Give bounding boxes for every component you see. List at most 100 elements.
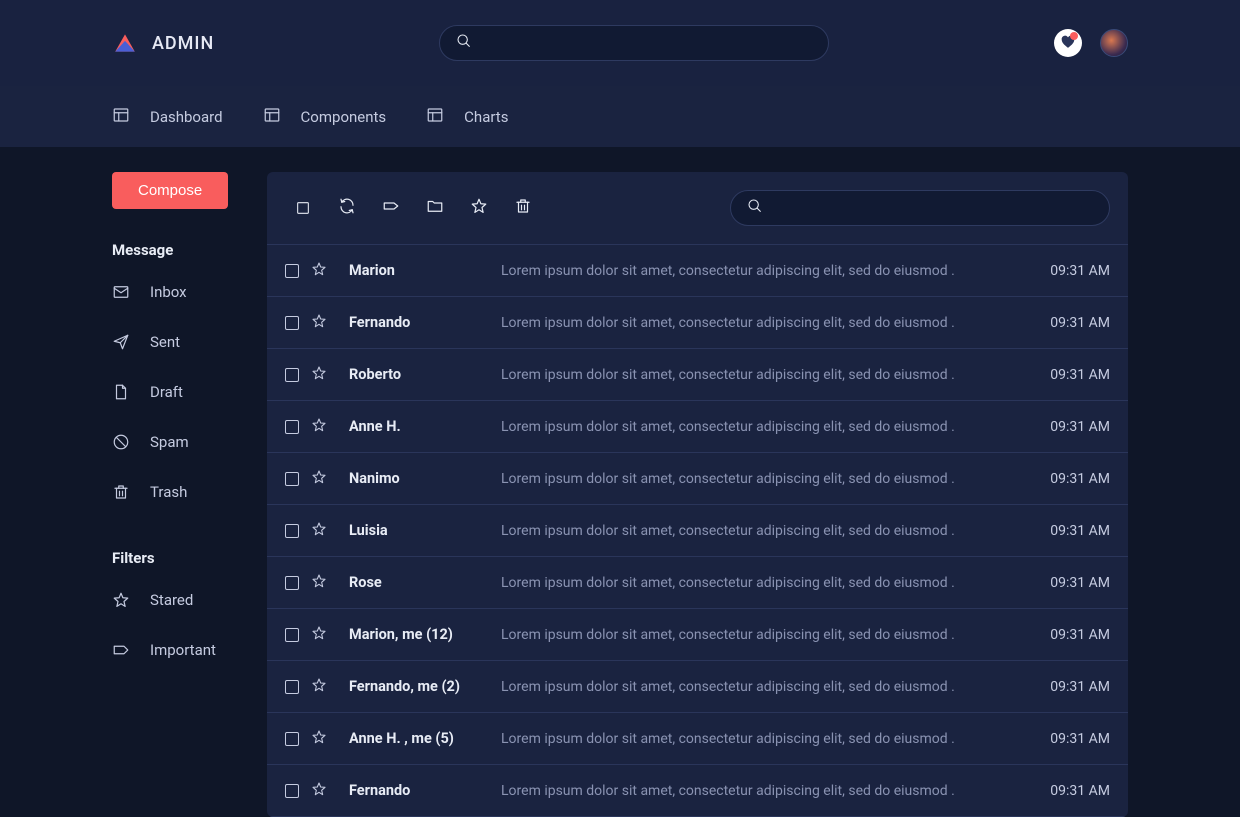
nav-item-charts[interactable]: Charts — [426, 106, 508, 128]
mail-row[interactable]: Marion, me (12) Lorem ipsum dolor sit ame… — [267, 609, 1128, 661]
mail-row[interactable]: Fernando, me (2) Lorem ipsum dolor sit am… — [267, 661, 1128, 713]
nav-item-dashboard[interactable]: Dashboard — [112, 106, 223, 128]
compose-button[interactable]: Compose — [112, 172, 228, 209]
row-checkbox[interactable] — [285, 368, 299, 382]
sidebar-item-label: Important — [150, 641, 216, 659]
row-checkbox[interactable] — [285, 264, 299, 278]
row-sender: Fernando, me (2) — [349, 678, 489, 695]
star-icon — [311, 729, 327, 749]
row-sender: Roberto — [349, 366, 489, 383]
row-star-button[interactable] — [311, 573, 327, 593]
mail-row[interactable]: NanimoLorem ipsum dolor sit amet, consec… — [267, 453, 1128, 505]
sidebar-item-label: Draft — [150, 383, 183, 401]
row-sender: Rose — [349, 574, 489, 591]
sidebar-item-inbox[interactable]: Inbox — [112, 267, 267, 317]
file-icon — [112, 383, 130, 401]
mail-row[interactable]: Anne H.Lorem ipsum dolor sit amet, conse… — [267, 401, 1128, 453]
panel-icon — [112, 106, 130, 128]
star-icon — [311, 521, 327, 541]
mail-panel: MarionLorem ipsum dolor sit amet, consec… — [267, 172, 1128, 817]
content-area: Compose Message Inbox Sent Draft Spam Tr… — [0, 148, 1240, 817]
mail-search-input[interactable] — [773, 199, 1093, 217]
row-checkbox[interactable] — [285, 576, 299, 590]
sidebar-item-stared[interactable]: Stared — [112, 575, 267, 625]
sidebar-item-spam[interactable]: Spam — [112, 417, 267, 467]
brand-name: ADMIN — [152, 33, 214, 54]
row-checkbox[interactable] — [285, 316, 299, 330]
main-nav: Dashboard Components Charts — [0, 86, 1240, 148]
star-icon — [311, 261, 327, 281]
mail-row[interactable]: FernandoLorem ipsum dolor sit amet, cons… — [267, 297, 1128, 349]
row-checkbox[interactable] — [285, 732, 299, 746]
sidebar-item-label: Spam — [150, 433, 189, 451]
row-checkbox[interactable] — [285, 784, 299, 798]
row-time: 09:31 AM — [1050, 575, 1110, 591]
top-header: ADMIN — [0, 0, 1240, 86]
row-star-button[interactable] — [311, 365, 327, 385]
nav-label: Dashboard — [150, 108, 223, 126]
row-sender: Marion, me (12) — [349, 626, 489, 643]
row-star-button[interactable] — [311, 781, 327, 801]
row-time: 09:31 AM — [1050, 627, 1110, 643]
mail-row[interactable]: RoseLorem ipsum dolor sit amet, consecte… — [267, 557, 1128, 609]
star-button[interactable] — [461, 190, 497, 226]
row-star-button[interactable] — [311, 313, 327, 333]
row-sender: Anne H. — [349, 418, 489, 435]
notifications-button[interactable] — [1054, 29, 1082, 57]
select-all-checkbox[interactable] — [285, 190, 321, 226]
mail-row[interactable]: Anne H. , me (5)Lorem ipsum dolor sit am… — [267, 713, 1128, 765]
row-checkbox[interactable] — [285, 680, 299, 694]
delete-button[interactable] — [505, 190, 541, 226]
sidebar-item-label: Inbox — [150, 283, 187, 301]
row-checkbox[interactable] — [285, 524, 299, 538]
star-icon — [311, 313, 327, 333]
search-icon — [456, 33, 472, 53]
row-star-button[interactable] — [311, 677, 327, 697]
row-time: 09:31 AM — [1050, 315, 1110, 331]
row-star-button[interactable] — [311, 729, 327, 749]
sidebar-heading-filters: Filters — [112, 549, 267, 567]
row-star-button[interactable] — [311, 469, 327, 489]
nav-item-components[interactable]: Components — [263, 106, 387, 128]
refresh-button[interactable] — [329, 190, 365, 226]
label-button[interactable] — [373, 190, 409, 226]
row-preview: Lorem ipsum dolor sit amet, consectetur … — [501, 523, 1028, 539]
mail-row[interactable]: MarionLorem ipsum dolor sit amet, consec… — [267, 245, 1128, 297]
sidebar-item-sent[interactable]: Sent — [112, 317, 267, 367]
header-search[interactable] — [439, 25, 829, 61]
sidebar-item-draft[interactable]: Draft — [112, 367, 267, 417]
row-star-button[interactable] — [311, 521, 327, 541]
paper-plane-icon — [112, 333, 130, 351]
row-star-button[interactable] — [311, 261, 327, 281]
row-checkbox[interactable] — [285, 628, 299, 642]
nav-label: Components — [301, 108, 387, 126]
row-preview: Lorem ipsum dolor sit amet, consectetur … — [501, 263, 1028, 279]
sidebar-heading-message: Message — [112, 241, 267, 259]
row-time: 09:31 AM — [1050, 679, 1110, 695]
mail-row[interactable]: RobertoLorem ipsum dolor sit amet, conse… — [267, 349, 1128, 401]
sidebar-item-trash[interactable]: Trash — [112, 467, 267, 517]
mail-search[interactable] — [730, 190, 1110, 226]
header-search-input[interactable] — [482, 34, 812, 52]
row-checkbox[interactable] — [285, 472, 299, 486]
folder-icon — [426, 197, 444, 219]
mail-toolbar — [267, 172, 1128, 245]
row-checkbox[interactable] — [285, 420, 299, 434]
row-preview: Lorem ipsum dolor sit amet, consectetur … — [501, 627, 1028, 643]
avatar[interactable] — [1100, 29, 1128, 57]
row-star-button[interactable] — [311, 625, 327, 645]
sidebar-item-important[interactable]: Important — [112, 625, 267, 675]
row-star-button[interactable] — [311, 417, 327, 437]
row-preview: Lorem ipsum dolor sit amet, consectetur … — [501, 679, 1028, 695]
mail-row[interactable]: LuisiaLorem ipsum dolor sit amet, consec… — [267, 505, 1128, 557]
sidebar-item-label: Stared — [150, 591, 193, 609]
mail-row[interactable]: FernandoLorem ipsum dolor sit amet, cons… — [267, 765, 1128, 817]
star-icon — [311, 573, 327, 593]
folder-button[interactable] — [417, 190, 453, 226]
row-preview: Lorem ipsum dolor sit amet, consectetur … — [501, 783, 1028, 799]
panel-icon — [426, 106, 444, 128]
star-icon — [311, 417, 327, 437]
ban-icon — [112, 433, 130, 451]
label-icon — [112, 641, 130, 659]
trash-icon — [112, 483, 130, 501]
